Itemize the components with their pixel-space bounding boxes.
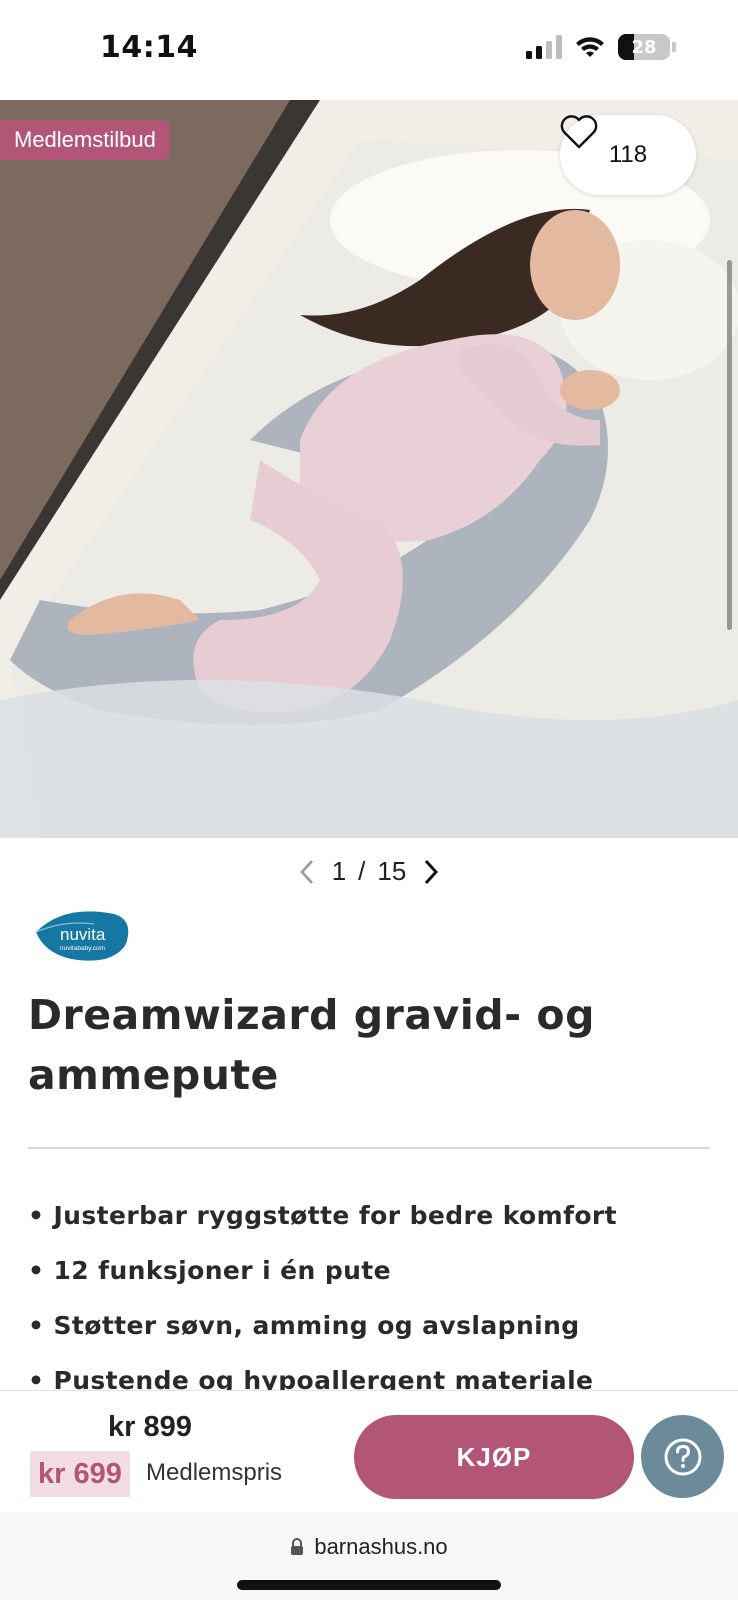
previous-image-button[interactable] (294, 857, 320, 887)
pager-current: 1 (331, 856, 347, 886)
url-text: barnashus.no (314, 1534, 448, 1559)
favorite-button[interactable]: 118 (560, 115, 696, 195)
scrollbar[interactable] (727, 260, 732, 630)
status-time: 14:14 (100, 30, 198, 65)
product-image[interactable]: Medlemstilbud 118 (0, 100, 738, 838)
status-icons: 28 (526, 34, 676, 60)
home-indicator[interactable] (237, 1580, 501, 1590)
feature-item: • Støtter søvn, amming og avslapning (28, 1311, 580, 1340)
browser-address-bar[interactable]: barnashus.no (0, 1512, 738, 1600)
image-pager: 1 / 15 (0, 856, 738, 887)
brand-tagline: nuvitababy.com (60, 945, 105, 952)
feature-list: • Justerbar ryggstøtte for bedre komfort… (28, 1188, 617, 1408)
question-mark-icon (664, 1438, 701, 1475)
help-button[interactable] (641, 1415, 724, 1498)
cellular-signal-icon (526, 35, 562, 59)
buy-button[interactable]: KJØP (354, 1415, 634, 1499)
pager-total: 15 (377, 856, 407, 886)
nuvita-logo: nuvita nuvitababy.com (35, 911, 129, 961)
divider (28, 1147, 710, 1149)
wifi-icon (576, 37, 604, 57)
member-price: kr 699 (30, 1451, 130, 1497)
feature-item: • Justerbar ryggstøtte for bedre komfort (28, 1201, 618, 1230)
member-offer-badge: Medlemstilbud (0, 120, 170, 160)
chevron-right-icon (425, 859, 439, 884)
lock-icon (291, 1538, 304, 1555)
product-photo (0, 100, 738, 838)
feature-item: • 12 funksjoner i én pute (28, 1256, 392, 1285)
product-title: Dreamwizard gravid- og ammepute (28, 991, 595, 1099)
favorite-count: 118 (608, 141, 648, 168)
regular-price: kr 899 (108, 1411, 192, 1443)
brand-logo[interactable]: nuvita nuvitababy.com (34, 910, 130, 966)
brand-name: nuvita (60, 925, 106, 944)
url-display[interactable]: barnashus.no (0, 1534, 738, 1560)
heart-icon (560, 115, 598, 149)
chevron-left-icon (299, 859, 313, 884)
battery-icon: 28 (618, 34, 670, 60)
next-image-button[interactable] (418, 857, 444, 887)
buy-bar: kr 899 kr 699 Medlemspris KJØP (0, 1390, 738, 1512)
battery-level: 28 (631, 36, 657, 58)
pager-separator: / (358, 856, 366, 886)
status-bar: 14:14 28 (0, 0, 738, 100)
member-price-label: Medlemspris (146, 1459, 283, 1486)
